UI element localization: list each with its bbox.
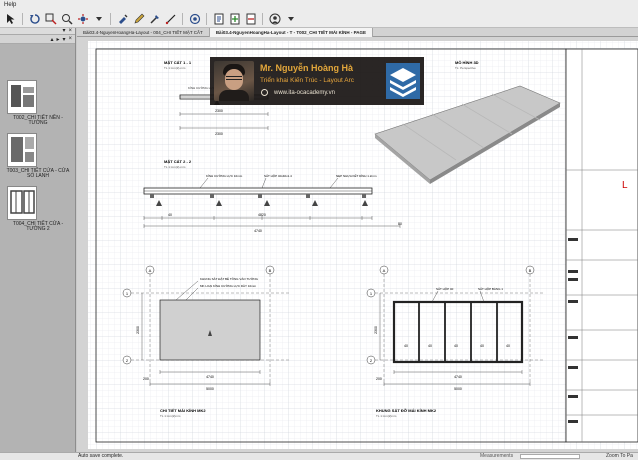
section-scale: TL 1:mm(2)-mm xyxy=(164,165,186,169)
axis-label: B xyxy=(269,268,272,273)
expand-icon[interactable]: ▸ xyxy=(56,36,59,43)
dim-text: 4820 xyxy=(258,213,266,217)
dim-text: 5000 xyxy=(454,387,462,391)
dim-text: 2300 xyxy=(136,326,140,334)
section-note: NẸP NHỰA KẾT DÍNH 1.2mm xyxy=(336,173,377,178)
close-icon[interactable]: × xyxy=(68,36,72,42)
chevron-down-icon[interactable] xyxy=(284,13,297,26)
dim-text: 4740 xyxy=(206,375,214,379)
zoom-icon[interactable] xyxy=(44,13,57,26)
dropper-icon[interactable] xyxy=(148,13,161,26)
measurements-label: Measurements xyxy=(480,453,514,459)
panel-close-icon[interactable]: × xyxy=(68,28,72,34)
zoom-in-icon[interactable] xyxy=(60,13,73,26)
rotate-icon[interactable] xyxy=(28,13,41,26)
measurements-input[interactable] xyxy=(520,454,580,459)
zoom-to-page-button[interactable]: Zoom To Pa xyxy=(606,453,633,460)
tab-glass-roof[interactable]: Bài03.4-NguyenHoangHa-Layout - T - T002_… xyxy=(209,28,373,37)
dim-text: 5000 xyxy=(206,387,214,391)
layers-logo-icon xyxy=(386,63,420,99)
dim-text: 200 xyxy=(376,377,382,381)
pencil-icon[interactable] xyxy=(132,13,145,26)
dim-text: 40 xyxy=(428,344,432,348)
dim-text: 40 xyxy=(404,344,408,348)
page-thumbnail[interactable]: T003_CHI TIẾT CỬA - CỬA SỔ LANH xyxy=(4,133,72,179)
section-title: MẶT CẮT 1 - 1 xyxy=(164,60,192,65)
menu-icon[interactable]: ▾ xyxy=(62,36,65,43)
status-message: Auto save complete. xyxy=(78,453,124,459)
page-thumbnail[interactable]: T004_CHI TIẾT CỬA - TƯỜNG 2 xyxy=(4,186,72,232)
title-block: L xyxy=(565,48,638,443)
plan-scale: TL 1:mm(2)mm xyxy=(376,414,397,418)
plan-note: KHUNG SẮT ĐẶT BÊ TÔNG VÀO TƯỜNG xyxy=(200,276,259,281)
dim-text: 2300 xyxy=(215,109,223,113)
panel-subheader: ▴ ▸ ▾ × xyxy=(0,35,75,44)
dim-text: 40 xyxy=(168,213,172,217)
chevron-down-icon[interactable] xyxy=(92,13,105,26)
page-thumbnail-label: T004_CHI TIẾT CỬA - TƯỜNG 2 xyxy=(12,221,64,232)
tab-section-details[interactable]: Bài03.4-NguyenHoangHa-Layout - 004_CHI T… xyxy=(77,28,210,37)
toolbar-separator xyxy=(262,13,263,25)
axis-label: B xyxy=(529,268,532,273)
toolbar-separator xyxy=(110,13,111,25)
line-icon[interactable] xyxy=(164,13,177,26)
page-thumbnail[interactable]: T002_CHI TIẾT NỀN - TƯỜNG xyxy=(4,80,72,126)
axis-label: A xyxy=(149,268,152,273)
collapse-icon[interactable]: ▴ xyxy=(50,36,53,43)
presenter-avatar xyxy=(214,61,254,101)
toolbar-separator xyxy=(22,13,23,25)
section-title: MẶT CẮT 2 - 2 xyxy=(164,159,192,164)
plan-scale: TL 1:mm(2)mm xyxy=(160,414,181,418)
dim-text: 2300 xyxy=(374,326,378,334)
panel-menu-icon[interactable]: ▾ xyxy=(62,28,65,34)
model-scale: TL: Perspective xyxy=(455,66,476,70)
plan-note: MK LOẠI KÍNH CƯỜNG LỰC DÀY 10mm xyxy=(200,283,257,288)
plan-note: SẮT HỘP BẢNG 1 xyxy=(478,286,503,291)
menu-bar: Help xyxy=(0,0,638,11)
dim-text: 40 xyxy=(480,344,484,348)
page-preview xyxy=(7,186,37,220)
presenter-website: www.ita-ocacademy.vn xyxy=(274,90,335,96)
page-preview xyxy=(7,80,37,114)
page-thumbnail-label: T003_CHI TIẾT CỬA - CỬA SỔ LANH xyxy=(6,168,70,179)
menu-help[interactable]: Help xyxy=(4,2,16,8)
page-preview xyxy=(7,133,37,167)
page-add-icon[interactable] xyxy=(228,13,241,26)
globe-icon xyxy=(261,89,268,96)
presenter-banner: Mr. Nguyễn Hoàng Hà Triển khai Kiến Trúc… xyxy=(210,57,424,105)
page-icon[interactable] xyxy=(212,13,225,26)
dim-text: 40 xyxy=(506,344,510,348)
user-icon[interactable] xyxy=(268,13,281,26)
dim-text: 40 xyxy=(454,344,458,348)
plan-title: CHI TIẾT MÁI KÍNH MK2 xyxy=(160,408,206,413)
app-window: Help ▾ × ▴ ▸ ▾ × T002_CHI TIẾT NỀN - TƯỜ… xyxy=(0,0,638,460)
document-tabs: Bài03.4-NguyenHoangHa-Layout - 004_CHI T… xyxy=(77,28,638,37)
cursor-icon[interactable] xyxy=(4,13,17,26)
axis-label: A xyxy=(383,268,386,273)
panel-header: ▾ × xyxy=(0,28,75,35)
titleblock-logo: L xyxy=(622,180,628,191)
scene-icon[interactable] xyxy=(188,13,201,26)
plan-note: SẮT HỘP 40 xyxy=(436,286,454,291)
section-note: SẮT HỘP 40x40x1.4 xyxy=(264,173,292,178)
pages-panel: ▾ × ▴ ▸ ▾ × T002_CHI TIẾT NỀN - TƯỜNG T0… xyxy=(0,28,76,452)
section-scale: TL 1:mm(2)-mm xyxy=(164,66,186,70)
dim-text: 4740 xyxy=(454,375,462,379)
dim-text: 4740 xyxy=(254,229,262,233)
orbit-icon[interactable] xyxy=(76,13,89,26)
status-bar: Auto save complete. Measurements Zoom To… xyxy=(0,452,638,460)
page-thumbnail-label: T002_CHI TIẾT NỀN - TƯỜNG xyxy=(13,115,63,126)
toolbar xyxy=(0,11,638,28)
toolbar-separator xyxy=(182,13,183,25)
presenter-subtitle: Triển khai Kiến Trúc - Layout Arc xyxy=(260,77,355,84)
toolbar-separator xyxy=(206,13,207,25)
dim-text: 200 xyxy=(143,377,149,381)
page-remove-icon[interactable] xyxy=(244,13,257,26)
section-note: KÍNH CƯỜNG LỰC 10mm xyxy=(206,173,243,178)
presenter-name: Mr. Nguyễn Hoàng Hà xyxy=(260,63,354,73)
dim-text: 2300 xyxy=(215,132,223,136)
model-title: MÔ HÌNH 3D xyxy=(455,60,479,65)
paint-icon[interactable] xyxy=(116,13,129,26)
plan-title: KHUNG SẮT ĐỠ MÁI KÍNH MK2 xyxy=(376,408,437,413)
